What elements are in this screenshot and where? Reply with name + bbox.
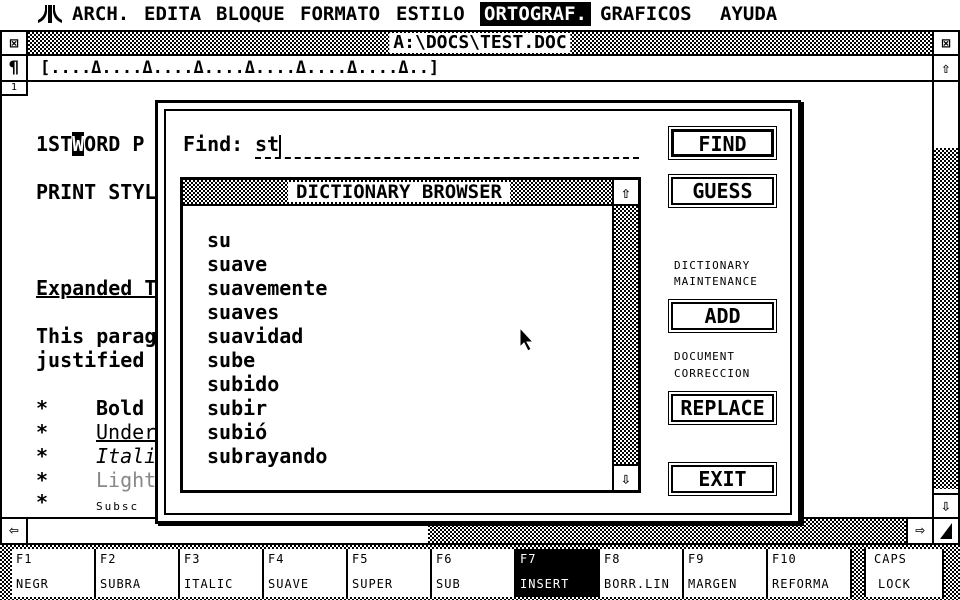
ruler-text: [....Δ....Δ....Δ....Δ....Δ....Δ....Δ..] bbox=[40, 58, 440, 78]
bullet-mark: * bbox=[36, 444, 49, 468]
resize-icon[interactable] bbox=[932, 519, 958, 543]
word-item[interactable]: subir bbox=[207, 396, 327, 420]
scroll-left-icon[interactable]: ⇦ bbox=[2, 519, 28, 543]
ruler[interactable]: ¶ [....Δ....Δ....Δ....Δ....Δ....Δ....Δ..… bbox=[2, 56, 958, 82]
page-number: 1 bbox=[2, 82, 28, 96]
bullet-subscript: Subsc bbox=[96, 500, 140, 513]
add-button[interactable]: ADD bbox=[668, 299, 777, 333]
fkey-f2[interactable]: F2 SUBRA bbox=[96, 549, 180, 597]
menu-bloque[interactable]: BLOQUE bbox=[216, 2, 285, 26]
word-item[interactable]: suavidad bbox=[207, 324, 327, 348]
fkey-f5[interactable]: F5 SUPER bbox=[348, 549, 432, 597]
document-label-2: CORRECCION bbox=[674, 367, 751, 380]
atari-logo-icon[interactable] bbox=[36, 4, 64, 24]
word-list: su suave suavemente suaves suavidad sube… bbox=[207, 228, 327, 468]
fkey-f9[interactable]: F9 MARGEN bbox=[684, 549, 768, 597]
fkey-f3[interactable]: F3 ITALIC bbox=[180, 549, 264, 597]
vertical-scrollbar[interactable]: ⇩ bbox=[932, 82, 958, 519]
menu-ortograf[interactable]: ORTOGRAF. bbox=[480, 2, 591, 26]
bullet-bold: Bold bbox=[96, 396, 145, 420]
fkey-f4[interactable]: F4 SUAVE bbox=[264, 549, 348, 597]
menu-edita[interactable]: EDITA bbox=[144, 2, 201, 26]
menu-formato[interactable]: FORMATO bbox=[300, 2, 380, 26]
fkey-f8[interactable]: F8 BORR.LIN bbox=[600, 549, 684, 597]
maintenance-label-1: DICTIONARY bbox=[674, 259, 751, 272]
word-item[interactable]: suavemente bbox=[207, 276, 327, 300]
browser-title: DICTIONARY BROWSER bbox=[288, 182, 510, 202]
scrollbar-thumb[interactable] bbox=[934, 148, 958, 489]
doc-paragraph-1: This parag bbox=[36, 324, 157, 348]
browser-scroll-down-icon[interactable]: ⇩ bbox=[614, 464, 638, 490]
fkey-f1[interactable]: F1 NEGR bbox=[12, 549, 96, 597]
menu-arch[interactable]: ARCH. bbox=[72, 2, 129, 26]
exit-button[interactable]: EXIT bbox=[668, 462, 777, 496]
function-key-bar: F1 NEGR F2 SUBRA F3 ITALIC F4 SUAVE F5 SUPER … bbox=[0, 545, 960, 600]
fuller-icon[interactable]: ⊠ bbox=[932, 32, 958, 54]
mouse-pointer-icon bbox=[519, 327, 535, 352]
fkey-f7[interactable]: F7 INSERT bbox=[516, 549, 600, 597]
window-title-bar[interactable]: ⊠ A:\DOCS\TEST.DOC ⊠ bbox=[2, 32, 958, 56]
close-icon[interactable]: ⊠ bbox=[2, 32, 28, 54]
scroll-right-icon[interactable]: ⇨ bbox=[906, 519, 932, 543]
doc-heading: Expanded T bbox=[36, 276, 157, 300]
scrollbar-track-top[interactable] bbox=[934, 82, 958, 148]
bullet-mark: * bbox=[36, 420, 49, 444]
word-item[interactable]: suaves bbox=[207, 300, 327, 324]
paragraph-icon[interactable]: ¶ bbox=[2, 56, 28, 80]
find-input[interactable]: st bbox=[255, 131, 639, 159]
browser-scroll-up-icon[interactable]: ⇧ bbox=[614, 180, 638, 206]
bullet-mark: * bbox=[36, 490, 49, 514]
input-caret bbox=[279, 134, 282, 157]
word-item[interactable]: sube bbox=[207, 348, 327, 372]
bullet-light: Light bbox=[96, 468, 157, 492]
word-item[interactable]: subió bbox=[207, 420, 327, 444]
word-item[interactable]: suave bbox=[207, 252, 327, 276]
word-item[interactable]: subido bbox=[207, 372, 327, 396]
word-item[interactable]: subrayando bbox=[207, 444, 327, 468]
find-label: Find: bbox=[183, 132, 244, 156]
doc-line-1: 1STWORD P bbox=[36, 132, 145, 156]
word-item[interactable]: su bbox=[207, 228, 327, 252]
fkey-f10[interactable]: F10 REFORMA bbox=[768, 549, 852, 597]
scroll-up-icon[interactable]: ⇧ bbox=[932, 56, 958, 80]
scroll-down-icon[interactable]: ⇩ bbox=[934, 493, 958, 519]
bullet-mark: * bbox=[36, 468, 49, 492]
document-label-1: DOCUMENT bbox=[674, 350, 735, 363]
doc-paragraph-2: justified bbox=[36, 348, 157, 372]
menu-estilo[interactable]: ESTILO bbox=[396, 2, 465, 26]
bullet-underline: Under bbox=[96, 420, 157, 444]
dictionary-browser: DICTIONARY BROWSER ⇧ ⇩ su suave suavemen… bbox=[180, 177, 641, 493]
menu-graficos[interactable]: GRAFICOS bbox=[600, 2, 692, 26]
window-title: A:\DOCS\TEST.DOC bbox=[389, 33, 571, 53]
menu-ayuda[interactable]: AYUDA bbox=[720, 2, 777, 26]
guess-button[interactable]: GUESS bbox=[668, 174, 777, 208]
browser-scroll-track[interactable] bbox=[614, 206, 638, 464]
browser-scrollbar[interactable]: ⇧ ⇩ bbox=[612, 180, 638, 490]
text-cursor: W bbox=[72, 132, 85, 156]
bullet-mark: * bbox=[36, 396, 49, 420]
caps-lock-indicator: CAPS LOCK bbox=[864, 549, 944, 597]
maintenance-label-2: MAINTENANCE bbox=[674, 275, 758, 288]
find-button[interactable]: FIND bbox=[668, 126, 777, 160]
fkey-f6[interactable]: F6 SUB bbox=[432, 549, 516, 597]
bullet-italic: Itali bbox=[96, 444, 157, 468]
menu-bar: ARCH. EDITA BLOQUE FORMATO ESTILO ORTOGR… bbox=[0, 0, 960, 28]
browser-title-bar: DICTIONARY BROWSER bbox=[183, 180, 615, 206]
doc-line-2: PRINT STYL bbox=[36, 180, 157, 204]
replace-button[interactable]: REPLACE bbox=[668, 391, 777, 425]
